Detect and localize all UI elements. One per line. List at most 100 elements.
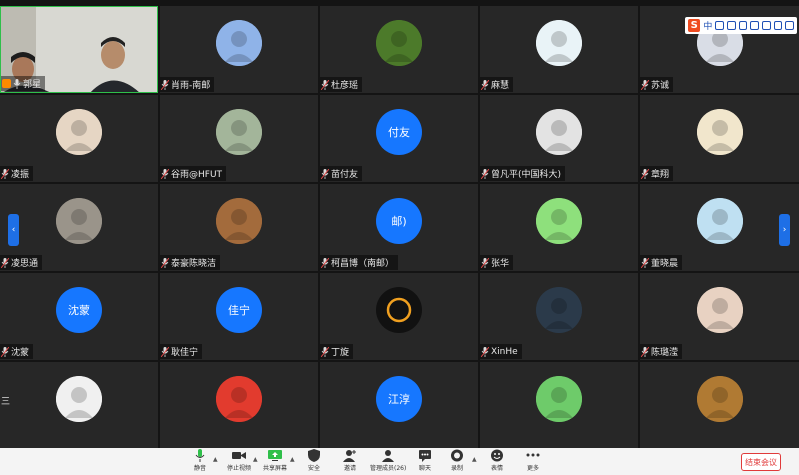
participant-nameplate: 丁旋 — [320, 344, 354, 359]
avatar — [696, 286, 743, 333]
toolbox-icon[interactable] — [762, 21, 771, 30]
stop-video-button[interactable]: 停止视频 — [227, 449, 251, 475]
participant-tile[interactable] — [640, 362, 799, 449]
share-screen-icon — [268, 450, 282, 461]
participant-nameplate: 沈蒙 — [0, 344, 34, 359]
participant-name: 曾凡平(中国科大) — [491, 170, 562, 180]
mute-caret-icon[interactable]: ▲ — [213, 456, 218, 463]
avatar — [536, 286, 582, 333]
security-button[interactable]: 安全 — [307, 449, 321, 475]
profile-photo — [56, 197, 102, 244]
participant-tile[interactable]: 谷雨@HFUT — [160, 95, 318, 182]
participant-tile[interactable]: 江淳 — [320, 362, 478, 449]
participant-nameplate: 柯昌博（南邮） — [320, 255, 399, 270]
reactions-button[interactable]: 表情 — [490, 449, 504, 475]
participant-nameplate: 郭星 — [1, 76, 46, 91]
avatar: 邮) — [376, 197, 422, 244]
end-meeting-button[interactable]: 结束会议 — [741, 453, 781, 471]
participant-tile[interactable]: 章翔 — [640, 95, 799, 182]
record-button[interactable]: 录制 — [450, 449, 464, 475]
meeting-toolbar: 静音 ▲ 停止视频 ▲ 共享屏幕 ▲ 安全 邀请 管理成员(26) 聊天 录制 … — [0, 448, 799, 475]
avatar — [696, 197, 743, 244]
participant-nameplate: 曾凡平(中国科大) — [480, 166, 566, 181]
participant-tile[interactable]: 麻慧 — [480, 6, 638, 93]
add-user-icon — [343, 450, 356, 462]
participant-tile[interactable]: XinHe — [480, 273, 638, 360]
avatar: 佳宁 — [216, 286, 262, 333]
microphone-icon — [321, 168, 329, 179]
voice-icon[interactable] — [738, 21, 748, 30]
participant-tile[interactable]: 曾凡平(中国科大) — [480, 95, 638, 182]
participant-tile[interactable]: 凌振 — [0, 95, 158, 182]
microphone-icon — [321, 79, 329, 90]
participant-nameplate: 耿佳宁 — [160, 344, 203, 359]
participant-nameplate: 张华 — [480, 255, 514, 270]
participant-tile[interactable]: 杜彦瑶 — [320, 6, 478, 93]
prev-page-button[interactable]: ‹ — [8, 214, 19, 246]
participant-nameplate: 章翔 — [640, 166, 674, 181]
participant-tile[interactable]: 凌思通 — [0, 184, 158, 271]
invite-button[interactable]: 邀请 — [343, 449, 357, 475]
participant-nameplate: 肖雨-南邮 — [160, 77, 215, 92]
profile-photo — [536, 286, 582, 333]
participant-tile[interactable]: 张华 — [480, 184, 638, 271]
participant-tile[interactable]: 沈蒙 沈蒙 — [0, 273, 158, 360]
record-label: 录制 — [450, 465, 463, 472]
video-caret-icon[interactable]: ▲ — [253, 456, 258, 463]
chat-icon — [419, 450, 431, 462]
participant-tile[interactable] — [480, 362, 638, 449]
mute-button[interactable]: 静音 — [193, 449, 207, 475]
emoji-icon[interactable] — [727, 21, 736, 30]
avatar-initials: 邮) — [391, 214, 407, 228]
next-page-button[interactable]: › — [779, 214, 790, 246]
participant-tile[interactable]: 泰豪陈晓洁 — [160, 184, 318, 271]
participant-tile[interactable]: 付友 苗付友 — [320, 95, 478, 182]
participant-name: 谷雨@HFUT — [171, 170, 223, 180]
participant-name: 张华 — [491, 259, 510, 269]
participant-tile[interactable]: 陈璐滢 — [640, 273, 799, 360]
profile-photo — [536, 375, 582, 422]
keyboard-icon[interactable] — [750, 21, 760, 30]
microphone-icon — [481, 79, 489, 90]
participant-nameplate: 凌思通 — [0, 255, 43, 270]
avatar — [216, 197, 262, 244]
avatar-initials: 江淳 — [388, 392, 410, 406]
manage-members-button[interactable]: 管理成员(26) — [370, 449, 406, 475]
profile-photo — [56, 108, 102, 155]
avatar — [216, 19, 262, 66]
participant-tile[interactable] — [160, 362, 318, 449]
more-label: 更多 — [526, 465, 539, 472]
microphone-icon — [481, 346, 489, 357]
menu-icon[interactable] — [785, 21, 794, 30]
avatar-initials: 沈蒙 — [68, 303, 90, 317]
microphone-icon — [641, 346, 649, 357]
participant-tile[interactable]: 丁旋 — [320, 273, 478, 360]
participant-tile[interactable]: 肖雨-南邮 — [160, 6, 318, 93]
share-caret-icon[interactable]: ▲ — [290, 456, 295, 463]
microphone-icon — [481, 257, 489, 268]
microphone-icon — [13, 78, 21, 89]
ime-toolbar[interactable]: S 中 — [685, 17, 797, 34]
participant-tile[interactable]: 郭星 — [0, 6, 158, 93]
ime-lang-label[interactable]: 中 — [703, 19, 712, 32]
more-button[interactable]: 更多 — [526, 449, 540, 475]
share-screen-button[interactable]: 共享屏幕 — [263, 449, 287, 475]
record-caret-icon[interactable]: ▲ — [472, 456, 477, 463]
punctuation-icon[interactable] — [715, 21, 725, 30]
ring-image — [376, 286, 422, 333]
microphone-icon — [161, 346, 169, 357]
participant-tile[interactable]: 邮) 柯昌博（南邮） — [320, 184, 478, 271]
avatar — [696, 375, 743, 422]
security-label: 安全 — [307, 465, 320, 472]
microphone-icon — [1, 346, 9, 357]
participant-tile[interactable]: 三 — [0, 362, 158, 449]
chat-button[interactable]: 聊天 — [418, 449, 432, 475]
participant-tile[interactable]: 佳宁 耿佳宁 — [160, 273, 318, 360]
participant-nameplate: 苗付友 — [320, 166, 363, 181]
reactions-label: 表情 — [490, 465, 503, 472]
microphone-icon — [161, 257, 169, 268]
profile-photo — [216, 197, 262, 244]
participant-tile[interactable]: 董晓晨 — [640, 184, 799, 271]
skin-icon[interactable] — [773, 21, 783, 30]
avatar: 付友 — [376, 108, 422, 155]
